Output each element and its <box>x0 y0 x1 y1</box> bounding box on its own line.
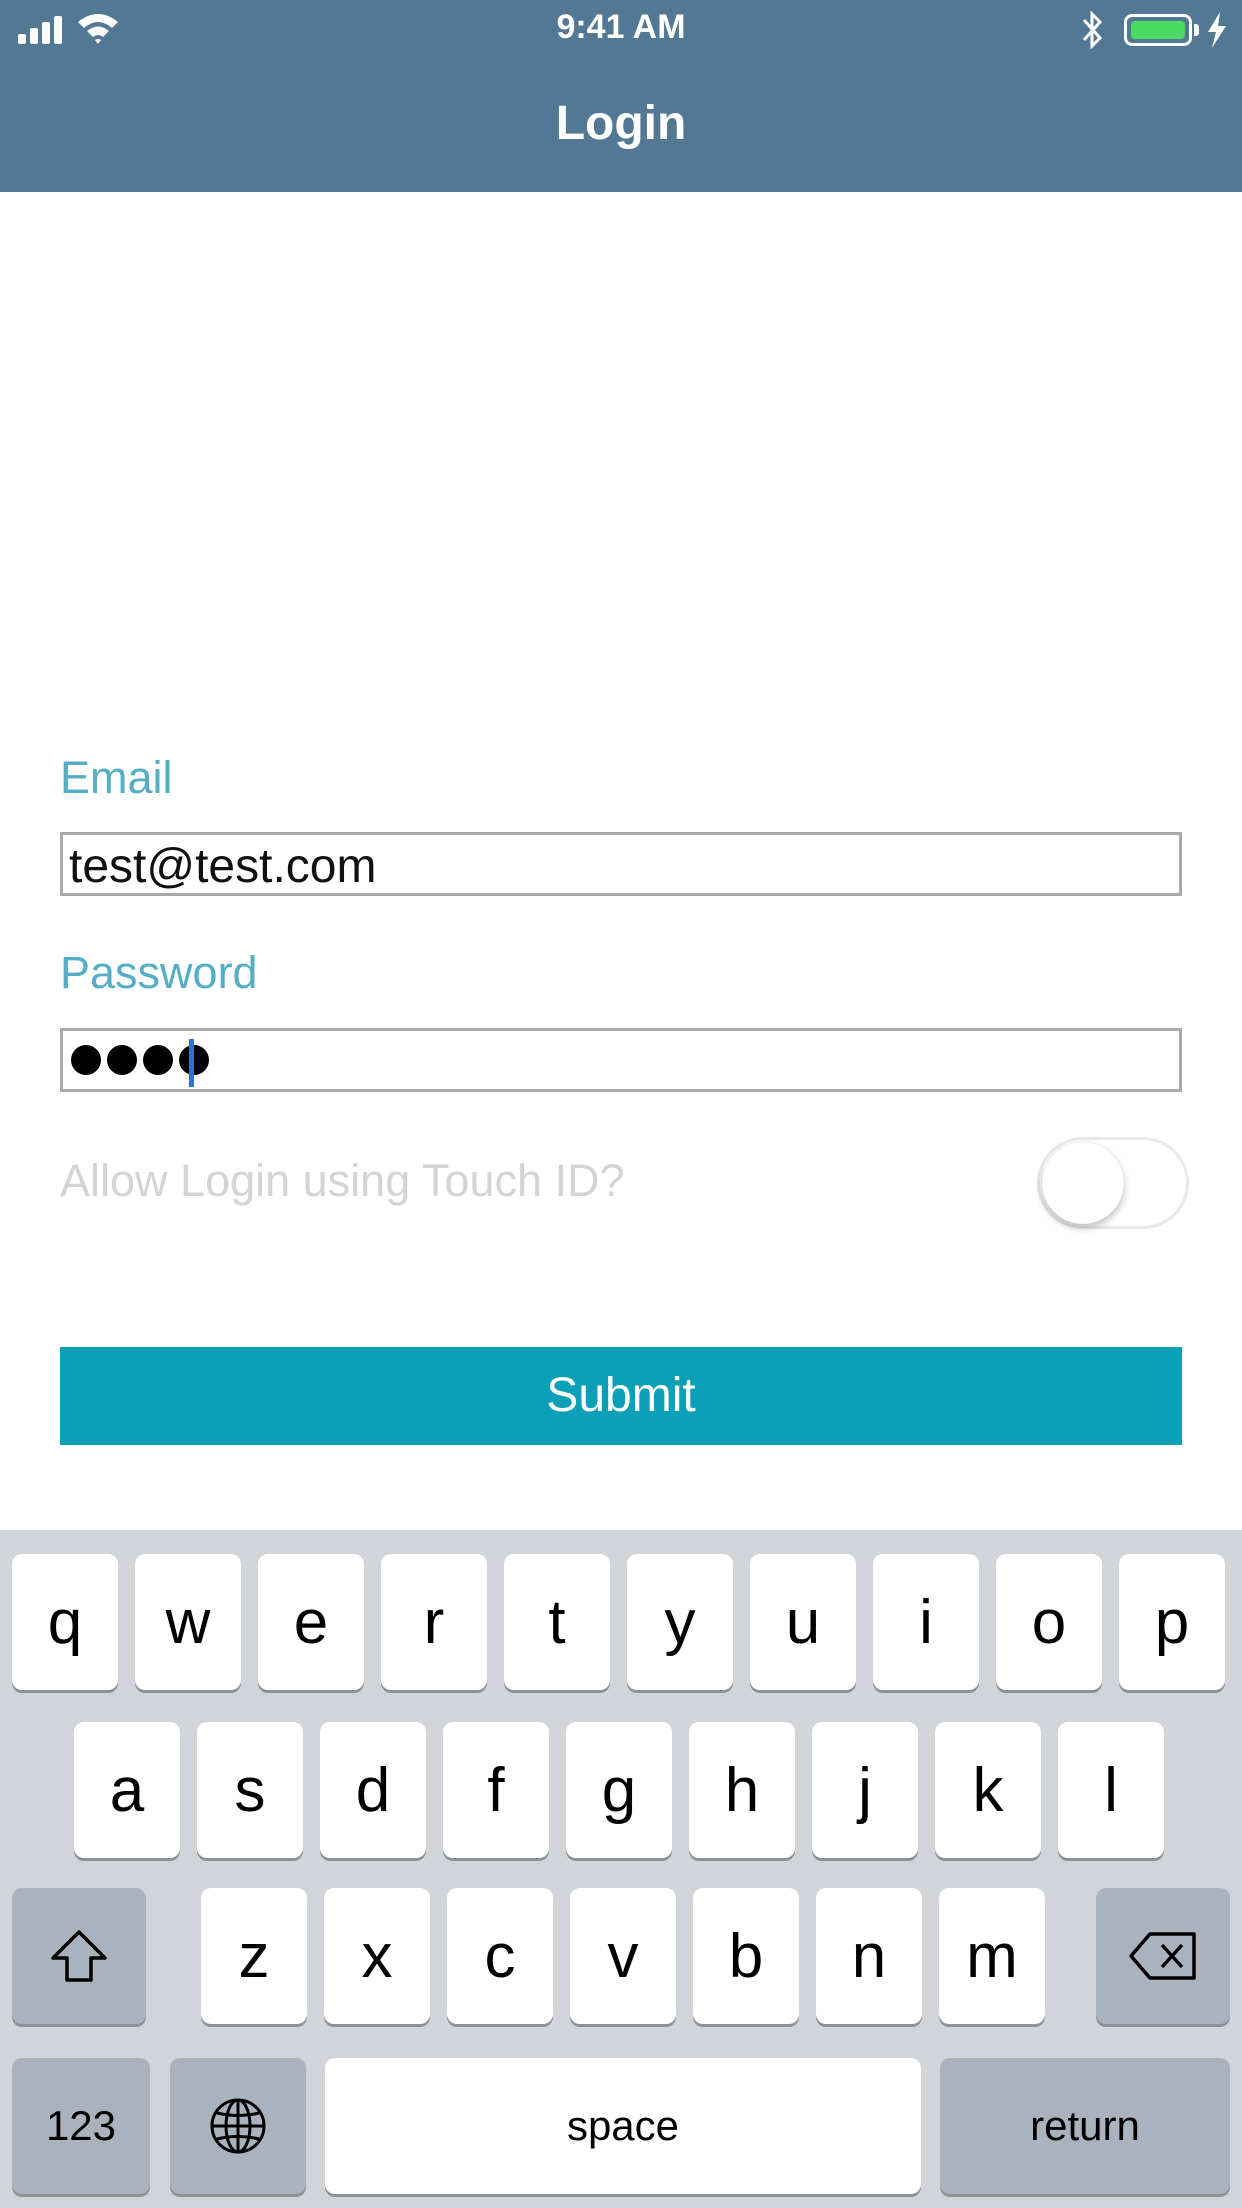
delete-key[interactable] <box>1096 1888 1230 2024</box>
key-u[interactable]: u <box>750 1554 856 1690</box>
password-dot <box>143 1045 173 1075</box>
bluetooth-icon <box>1082 10 1103 50</box>
battery-nub <box>1194 24 1199 36</box>
key-a[interactable]: a <box>74 1722 180 1858</box>
shift-icon <box>51 1930 107 1982</box>
key-j[interactable]: j <box>812 1722 918 1858</box>
key-e[interactable]: e <box>258 1554 364 1690</box>
key-s[interactable]: s <box>197 1722 303 1858</box>
submit-button[interactable]: Submit <box>60 1347 1182 1445</box>
shift-key[interactable] <box>12 1888 146 2024</box>
key-c[interactable]: c <box>447 1888 553 2024</box>
key-w[interactable]: w <box>135 1554 241 1690</box>
key-f[interactable]: f <box>443 1722 549 1858</box>
email-field[interactable]: test@test.com <box>60 832 1182 896</box>
key-k[interactable]: k <box>935 1722 1041 1858</box>
key-h[interactable]: h <box>689 1722 795 1858</box>
key-i[interactable]: i <box>873 1554 979 1690</box>
key-q[interactable]: q <box>12 1554 118 1690</box>
key-p[interactable]: p <box>1119 1554 1225 1690</box>
keyboard: qwertyuiop asdfghjkl zxcvbnm 123 space r… <box>0 1530 1242 2208</box>
navigation-bar: 9:41 AM Login <box>0 0 1242 192</box>
status-time: 9:41 AM <box>556 8 686 46</box>
key-l[interactable]: l <box>1058 1722 1164 1858</box>
key-t[interactable]: t <box>504 1554 610 1690</box>
key-x[interactable]: x <box>324 1888 430 2024</box>
key-n[interactable]: n <box>816 1888 922 2024</box>
email-label: Email <box>60 752 173 803</box>
key-b[interactable]: b <box>693 1888 799 2024</box>
numbers-key[interactable]: 123 <box>12 2058 150 2194</box>
key-m[interactable]: m <box>939 1888 1045 2024</box>
password-field[interactable] <box>60 1028 1182 1092</box>
touch-id-toggle[interactable] <box>1037 1137 1189 1229</box>
globe-icon <box>210 2098 266 2154</box>
key-z[interactable]: z <box>201 1888 307 2024</box>
key-o[interactable]: o <box>996 1554 1102 1690</box>
space-key[interactable]: space <box>325 2058 921 2194</box>
password-dot <box>107 1045 137 1075</box>
key-r[interactable]: r <box>381 1554 487 1690</box>
text-cursor <box>189 1039 194 1087</box>
key-g[interactable]: g <box>566 1722 672 1858</box>
toggle-knob <box>1042 1142 1124 1224</box>
password-dot <box>179 1045 209 1075</box>
globe-key[interactable] <box>170 2058 306 2194</box>
touch-id-label: Allow Login using Touch ID? <box>60 1155 625 1206</box>
return-key[interactable]: return <box>940 2058 1230 2194</box>
key-v[interactable]: v <box>570 1888 676 2024</box>
backspace-icon <box>1129 1932 1196 1980</box>
key-d[interactable]: d <box>320 1722 426 1858</box>
battery-icon <box>1124 14 1192 46</box>
email-value: test@test.com <box>69 840 377 893</box>
key-y[interactable]: y <box>627 1554 733 1690</box>
password-dot <box>71 1045 101 1075</box>
password-label: Password <box>60 947 258 998</box>
page-title: Login <box>555 97 687 150</box>
charging-bolt-icon <box>1208 12 1226 48</box>
